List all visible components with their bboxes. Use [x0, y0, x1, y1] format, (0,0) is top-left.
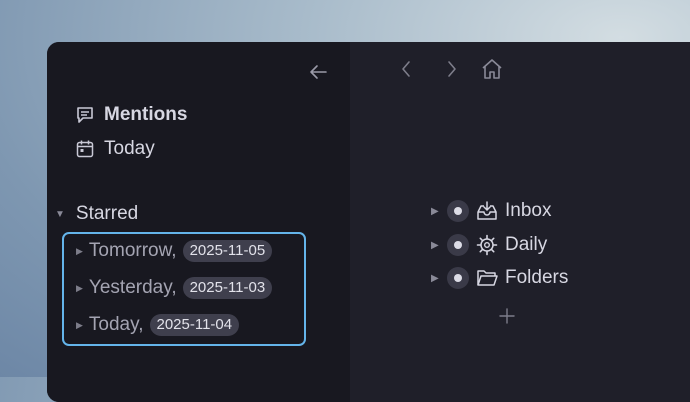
starred-item-label: Tomorrow,: [88, 240, 177, 261]
caret-down-icon: ▼: [55, 208, 65, 220]
caret-right-icon[interactable]: ▶: [431, 240, 447, 251]
bullet-icon[interactable]: [447, 234, 469, 256]
starred-item-tomorrow[interactable]: ▶ Tomorrow, 2025-11-05: [76, 240, 273, 262]
message-icon: [75, 105, 95, 125]
starred-item-yesterday[interactable]: ▶ Yesterday, 2025-11-03: [76, 277, 273, 299]
caret-right-icon[interactable]: ▶: [76, 320, 83, 331]
nav-mentions[interactable]: Mentions: [75, 104, 187, 126]
caret-right-icon[interactable]: ▶: [431, 206, 447, 217]
caret-right-icon[interactable]: ▶: [431, 273, 447, 284]
app-window: Mentions Today ▼ Starred ▶ Tomorrow, 202…: [47, 42, 690, 402]
tree-item-label: Daily: [505, 234, 548, 255]
starred-item-today[interactable]: ▶ Today, 2025-11-04: [76, 314, 240, 336]
nav-mentions-label: Mentions: [104, 104, 188, 125]
date-badge: 2025-11-03: [182, 277, 273, 299]
folder-icon: [476, 267, 498, 289]
chevron-left-icon[interactable]: [396, 58, 416, 80]
calendar-icon: [75, 139, 95, 159]
main-pane: ▶ Inbox ▶ Daily ▶ Folders: [350, 42, 690, 402]
arrow-left-icon[interactable]: [306, 60, 330, 84]
bullet-icon[interactable]: [447, 200, 469, 222]
starred-title: Starred: [75, 203, 139, 224]
date-badge: 2025-11-05: [182, 240, 273, 262]
plus-icon[interactable]: [497, 306, 517, 326]
sidebar: Mentions Today ▼ Starred ▶ Tomorrow, 202…: [47, 42, 350, 402]
nav-today-label: Today: [104, 138, 155, 159]
date-badge: 2025-11-04: [149, 314, 240, 336]
gear-icon: [476, 234, 498, 256]
tree-item-daily[interactable]: ▶ Daily: [431, 234, 547, 256]
caret-right-icon[interactable]: ▶: [76, 283, 83, 294]
tree-item-label: Folders: [505, 267, 569, 288]
bullet-icon[interactable]: [447, 267, 469, 289]
starred-section-header[interactable]: ▼ Starred: [55, 203, 138, 225]
tree-item-inbox[interactable]: ▶ Inbox: [431, 200, 551, 222]
caret-right-icon[interactable]: ▶: [76, 246, 83, 257]
tree-item-label: Inbox: [505, 200, 552, 221]
inbox-icon: [476, 200, 498, 222]
nav-today[interactable]: Today: [75, 138, 155, 160]
tree-item-folders[interactable]: ▶ Folders: [431, 267, 568, 289]
home-icon[interactable]: [479, 56, 505, 82]
starred-item-label: Today,: [88, 314, 144, 335]
starred-list: ▶ Tomorrow, 2025-11-05 ▶ Yesterday, 2025…: [62, 232, 306, 346]
starred-item-label: Yesterday,: [88, 277, 177, 298]
chevron-right-icon[interactable]: [442, 58, 462, 80]
